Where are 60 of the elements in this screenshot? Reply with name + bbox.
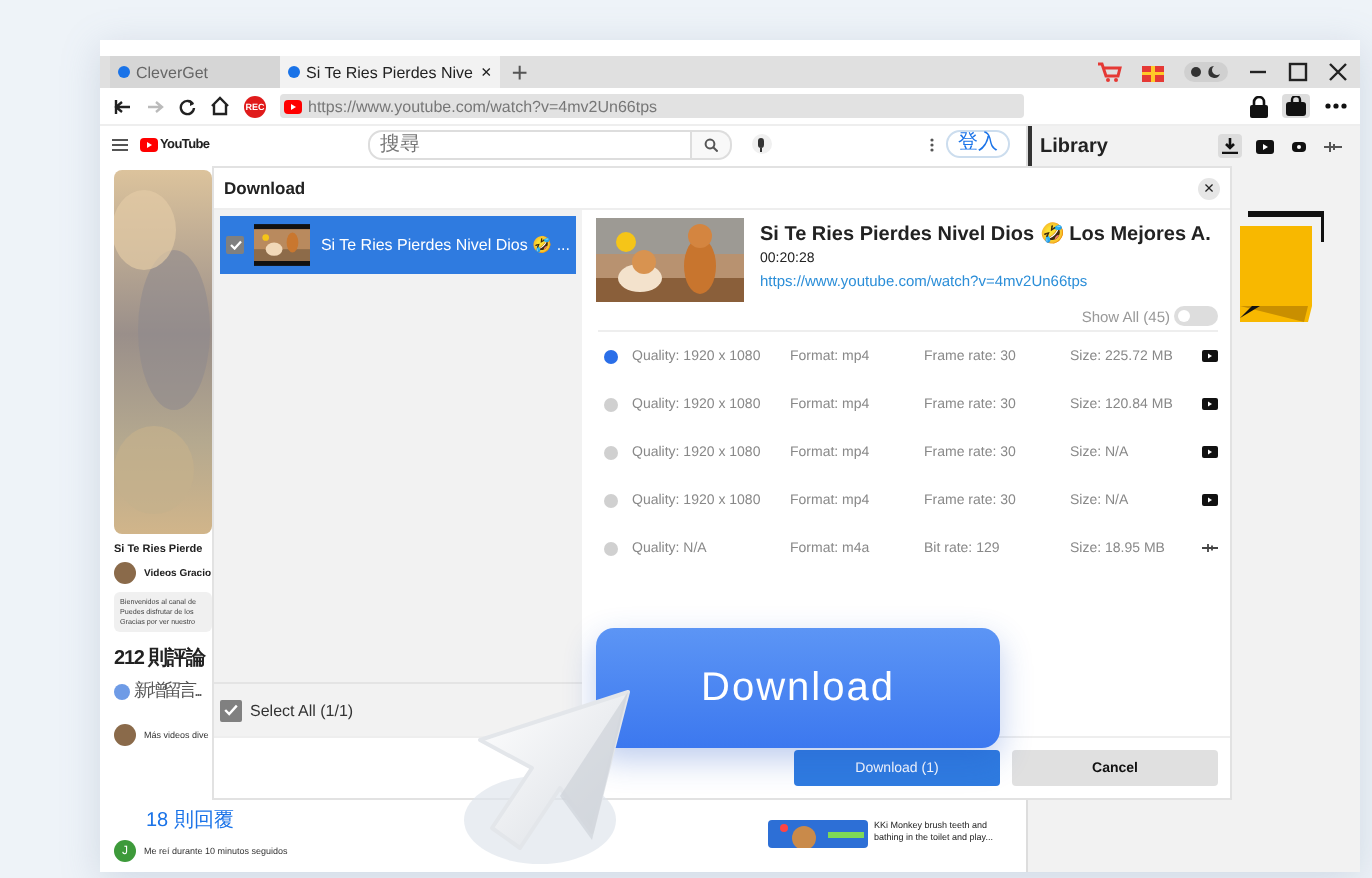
video-icon	[1202, 350, 1218, 362]
youtube-icon	[284, 99, 302, 113]
video-list-item[interactable]: Si Te Ries Pierdes Nivel Dios 🤣 ...	[220, 216, 576, 274]
address-field[interactable]: https://www.youtube.com/watch?v=4mv2Un66tps	[280, 94, 1024, 118]
checkbox[interactable]	[226, 236, 244, 254]
tab-favicon-icon	[118, 66, 130, 78]
tab-close-button[interactable]: ×	[480, 62, 492, 82]
youtube-icon	[140, 137, 158, 151]
replies-link[interactable]: 18 則回覆	[146, 806, 234, 834]
tab-favicon-icon	[288, 66, 300, 78]
sign-in-button[interactable]: 登入	[946, 130, 1010, 158]
search-button[interactable]	[691, 129, 732, 159]
camera-icon	[1291, 141, 1305, 151]
download-button[interactable]: Download	[596, 628, 1000, 748]
video-icon	[1202, 494, 1218, 506]
comments-count: 212 則評論	[114, 645, 205, 672]
radio-button[interactable]	[604, 445, 618, 459]
radio-button[interactable]	[604, 349, 618, 363]
home-icon[interactable]	[210, 96, 230, 116]
close-icon[interactable]	[1328, 62, 1348, 82]
library-tab[interactable]	[1218, 134, 1242, 158]
reload-icon[interactable]	[178, 97, 196, 115]
radio-button[interactable]	[604, 397, 618, 411]
library-title: Library	[1040, 135, 1108, 157]
video-icon	[1202, 398, 1218, 410]
menu-icon[interactable]	[112, 137, 128, 151]
browser-tab[interactable]: Si Te Ries Pierdes Nive ×	[280, 56, 500, 88]
select-all-label[interactable]: Select All (1/1)	[250, 701, 354, 719]
microphone-icon	[756, 137, 767, 151]
search-field[interactable]: 搜尋	[367, 129, 692, 159]
user-avatar	[114, 683, 130, 699]
microphone-button[interactable]	[751, 134, 772, 154]
video-title: Si Te Ries Pierdes Nivel Dios 🤣 Los Mejores A.	[760, 222, 1211, 246]
radio-button[interactable]	[604, 541, 618, 555]
channel-avatar	[114, 724, 136, 746]
gift-icon[interactable]	[1142, 62, 1164, 82]
lock-icon[interactable]	[1250, 95, 1268, 117]
checkbox[interactable]	[220, 699, 242, 721]
comment-placeholder[interactable]: 新增留言...	[134, 678, 201, 704]
browser-tab[interactable]: CleverGet	[110, 56, 280, 88]
library-tab[interactable]	[1252, 134, 1276, 158]
maximize-icon[interactable]	[1288, 62, 1308, 82]
theme-toggle-icon[interactable]	[1184, 62, 1228, 82]
new-tab-button[interactable]: +	[511, 58, 528, 86]
download-icon	[1222, 138, 1238, 154]
illustration-drawing	[1240, 210, 1324, 322]
search-icon	[703, 137, 718, 151]
show-all-toggle[interactable]	[1174, 306, 1218, 326]
video-icon	[1202, 446, 1218, 458]
dialog-title: Download	[224, 178, 306, 198]
radio-button[interactable]	[604, 493, 618, 507]
back-icon[interactable]	[114, 97, 132, 115]
audio-wave-icon	[1202, 542, 1218, 554]
bag-icon[interactable]	[1286, 96, 1306, 116]
video-icon	[1255, 139, 1273, 153]
close-button[interactable]: ×	[1198, 177, 1220, 199]
cart-icon[interactable]	[1098, 62, 1122, 82]
audio-wave-icon	[1323, 139, 1341, 153]
more-icon[interactable]	[1324, 102, 1348, 110]
channel-avatar	[114, 562, 136, 584]
